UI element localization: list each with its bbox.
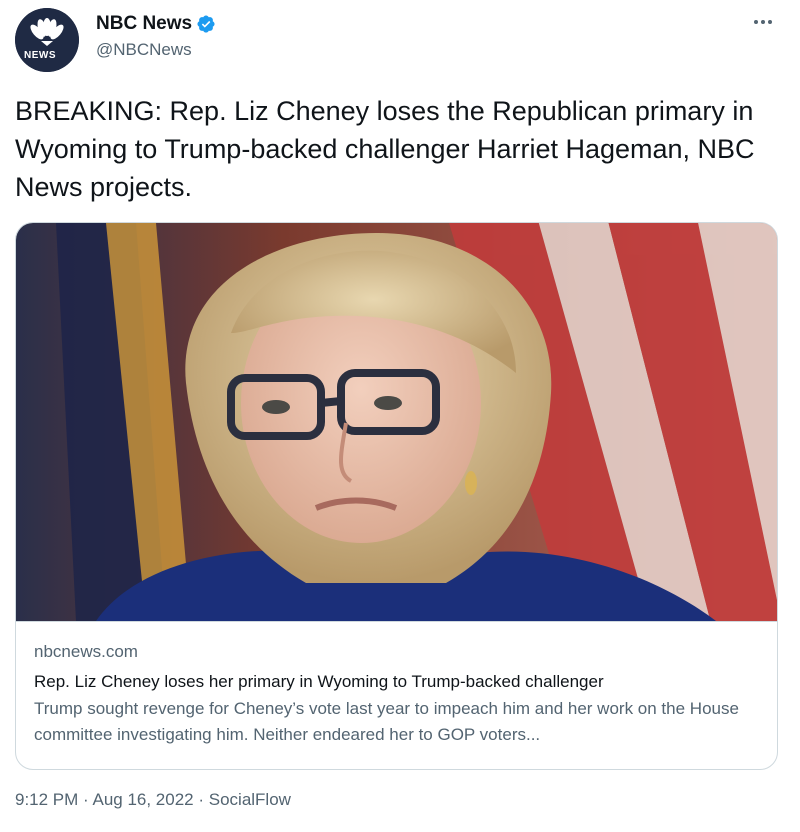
link-card[interactable]: nbcnews.com Rep. Liz Cheney loses her pr…	[15, 222, 778, 770]
author-block: NBC News @NBCNews	[96, 12, 216, 60]
tweet[interactable]: NEWS NBC News @NBCNews BREAKING: Rep. Li…	[0, 0, 800, 832]
tweet-text: BREAKING: Rep. Liz Cheney loses the Repu…	[15, 96, 755, 202]
avatar-news-tag: NEWS	[24, 50, 56, 61]
card-domain: nbcnews.com	[34, 642, 138, 661]
tweet-date[interactable]: Aug 16, 2022	[92, 790, 193, 809]
display-name[interactable]: NBC News	[96, 13, 192, 35]
more-options-icon[interactable]	[746, 10, 780, 34]
card-body[interactable]: nbcnews.com Rep. Liz Cheney loses her pr…	[16, 621, 777, 769]
meta-separator: ·	[193, 790, 209, 809]
more-dot	[768, 20, 772, 24]
nbc-peacock-logo	[15, 8, 79, 72]
name-row: NBC News	[96, 12, 216, 36]
tweet-source: SocialFlow	[208, 790, 291, 809]
card-description: Trump sought revenge for Cheney’s vote l…	[34, 699, 739, 744]
card-image[interactable]	[16, 223, 777, 621]
tweet-time[interactable]: 9:12 PM	[15, 790, 78, 809]
tweet-meta: 9:12 PM · Aug 16, 2022 · SocialFlow	[15, 790, 291, 810]
more-dot	[754, 20, 758, 24]
meta-separator: ·	[78, 790, 93, 809]
card-title: Rep. Liz Cheney loses her primary in Wyo…	[34, 672, 604, 691]
verified-badge-icon	[197, 15, 215, 33]
portrait-photo	[16, 223, 777, 621]
avatar[interactable]: NEWS	[15, 8, 79, 72]
more-dot	[761, 20, 765, 24]
author-handle[interactable]: @NBCNews	[96, 40, 216, 60]
